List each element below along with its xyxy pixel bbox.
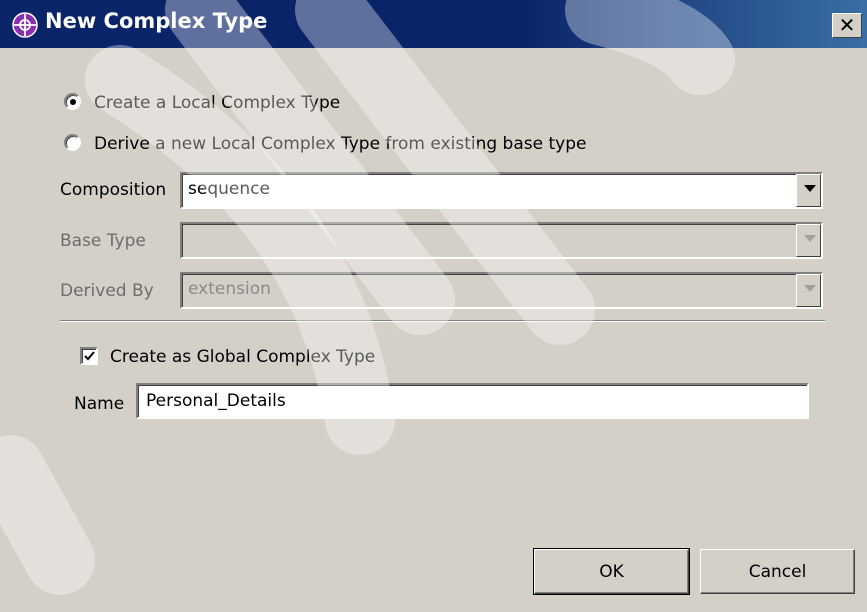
close-button[interactable]: ✕ [832, 13, 862, 38]
create-local-radio[interactable] [64, 93, 81, 110]
composition-value: sequence [188, 179, 270, 199]
create-local-label[interactable]: Create a Local Complex Type [94, 93, 340, 113]
cancel-button[interactable]: Cancel [700, 549, 855, 594]
new-complex-type-dialog: New Complex Type ✕ Create a Local Comple… [0, 0, 867, 612]
chevron-down-icon[interactable] [796, 174, 821, 207]
composition-select[interactable]: sequence [180, 172, 823, 209]
chevron-down-icon[interactable] [796, 224, 821, 257]
chevron-down-icon[interactable] [796, 274, 821, 307]
derive-local-label[interactable]: Derive a new Local Complex Type from exi… [94, 134, 586, 154]
complex-type-icon [12, 12, 38, 38]
composition-label: Composition [60, 180, 167, 200]
cancel-button-label: Cancel [748, 562, 807, 582]
derived-by-label: Derived By [60, 281, 154, 301]
title-bar[interactable]: New Complex Type ✕ [0, 0, 867, 48]
base-type-label: Base Type [60, 231, 146, 251]
derived-by-value: extension [188, 279, 271, 299]
derive-local-radio[interactable] [64, 134, 81, 151]
radio-selected-dot [70, 99, 76, 105]
derived-by-select[interactable]: extension [180, 272, 823, 309]
close-icon: ✕ [838, 13, 856, 37]
name-input[interactable]: Personal_Details [136, 383, 809, 419]
name-label: Name [74, 394, 125, 414]
base-type-select[interactable] [180, 222, 823, 259]
separator [60, 320, 825, 322]
global-complex-type-checkbox[interactable] [80, 347, 98, 365]
window-title: New Complex Type [45, 9, 268, 33]
name-value: Personal_Details [146, 391, 286, 411]
ok-button[interactable]: OK [533, 548, 690, 595]
ok-button-label: OK [599, 562, 624, 582]
global-complex-type-label[interactable]: Create as Global Complex Type [110, 347, 375, 367]
checkmark-icon [84, 351, 95, 361]
